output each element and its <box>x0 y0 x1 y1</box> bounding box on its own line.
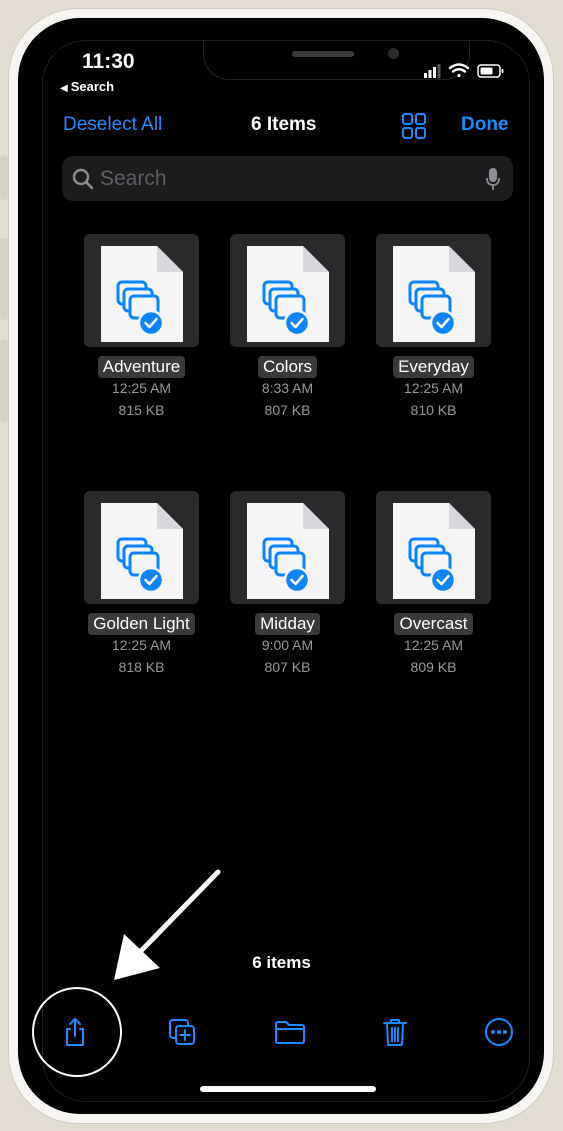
volume-up-button <box>0 238 8 320</box>
deselect-all-button[interactable]: Deselect All <box>63 114 162 136</box>
page-title: 6 Items <box>251 114 317 135</box>
file-time: 8:33 AM <box>261 380 314 396</box>
status-time: 11:30 <box>82 50 135 73</box>
file-size: 810 KB <box>410 402 457 418</box>
duplicate-icon <box>169 1019 195 1045</box>
grid-view-button[interactable] <box>401 112 427 145</box>
file-name-wrapper: Everyday <box>368 356 499 378</box>
document-thumbnail-icon <box>101 503 183 599</box>
file-name-wrapper: Midday <box>222 613 353 635</box>
selected-checkmark-icon <box>283 566 311 594</box>
file-item[interactable]: Golden Light 12:25 AM 818 KB <box>76 491 226 691</box>
file-size: 809 KB <box>410 659 457 675</box>
back-arrow-icon: ◀ <box>60 83 68 94</box>
wifi-icon <box>448 63 470 78</box>
document-thumbnail-icon <box>393 503 475 599</box>
home-indicator[interactable] <box>200 1086 376 1092</box>
delete-button[interactable] <box>375 1012 415 1052</box>
more-icon <box>485 1018 513 1046</box>
back-label: Search <box>70 79 115 94</box>
file-name-wrapper: Adventure <box>76 356 207 378</box>
battery-icon <box>477 64 504 78</box>
file-time: 12:25 AM <box>403 637 464 653</box>
status-icons <box>424 62 514 87</box>
selected-checkmark-icon <box>283 309 311 337</box>
front-camera <box>388 48 399 59</box>
file-size: 807 KB <box>264 402 311 418</box>
search-bar[interactable] <box>62 156 513 201</box>
more-options-button[interactable] <box>479 1012 519 1052</box>
document-thumbnail-icon <box>393 246 475 342</box>
file-size: 818 KB <box>118 659 165 675</box>
file-item[interactable]: Adventure 12:25 AM 815 KB <box>76 234 226 434</box>
document-thumbnail-icon <box>247 503 329 599</box>
microphone-icon[interactable] <box>486 167 500 191</box>
file-thumbnail[interactable] <box>84 491 199 604</box>
file-time: 12:25 AM <box>111 380 172 396</box>
file-name[interactable]: Colors <box>257 356 318 378</box>
trash-icon <box>383 1019 407 1046</box>
document-thumbnail-icon <box>101 246 183 342</box>
file-name[interactable]: Midday <box>255 613 320 635</box>
file-name[interactable]: Everyday <box>393 356 474 378</box>
selected-checkmark-icon <box>429 309 457 337</box>
grid-icon <box>402 113 426 139</box>
file-time: 9:00 AM <box>261 637 314 653</box>
move-to-folder-button[interactable] <box>270 1012 310 1052</box>
mute-switch <box>0 155 8 200</box>
file-thumbnail[interactable] <box>230 491 345 604</box>
document-thumbnail-icon <box>247 246 329 342</box>
pointer-arrow-annotation <box>114 869 221 980</box>
file-thumbnail[interactable] <box>376 234 491 347</box>
search-icon <box>72 168 94 190</box>
duplicate-button[interactable] <box>162 1012 202 1052</box>
done-button[interactable]: Done <box>461 114 509 136</box>
file-item[interactable]: Overcast 12:25 AM 809 KB <box>368 491 518 691</box>
file-name-wrapper: Golden Light <box>76 613 207 635</box>
items-count-label: 6 items <box>252 953 311 972</box>
share-button[interactable] <box>55 1012 95 1052</box>
signal-icon <box>424 64 441 78</box>
file-item[interactable]: Colors 8:33 AM 807 KB <box>222 234 372 434</box>
file-name[interactable]: Golden Light <box>88 613 195 635</box>
file-thumbnail[interactable] <box>84 234 199 347</box>
selected-checkmark-icon <box>137 309 165 337</box>
folder-icon <box>275 1021 305 1044</box>
file-thumbnail[interactable] <box>376 491 491 604</box>
volume-down-button <box>0 340 8 422</box>
back-to-search-link[interactable]: ◀ Search <box>60 79 114 94</box>
file-thumbnail[interactable] <box>230 234 345 347</box>
nav-bar: Deselect All 6 Items Done <box>0 112 563 145</box>
file-item[interactable]: Midday 9:00 AM 807 KB <box>222 491 372 691</box>
selected-checkmark-icon <box>137 566 165 594</box>
share-icon <box>66 1018 84 1046</box>
file-item[interactable]: Everyday 12:25 AM 810 KB <box>368 234 518 434</box>
file-name-wrapper: Colors <box>222 356 353 378</box>
file-name[interactable]: Overcast <box>394 613 473 635</box>
file-name-wrapper: Overcast <box>368 613 499 635</box>
file-time: 12:25 AM <box>403 380 464 396</box>
speaker <box>292 51 354 57</box>
file-name[interactable]: Adventure <box>97 356 186 378</box>
file-time: 12:25 AM <box>111 637 172 653</box>
file-size: 807 KB <box>264 659 311 675</box>
file-size: 815 KB <box>118 402 165 418</box>
search-input[interactable] <box>98 163 482 195</box>
selected-checkmark-icon <box>429 566 457 594</box>
